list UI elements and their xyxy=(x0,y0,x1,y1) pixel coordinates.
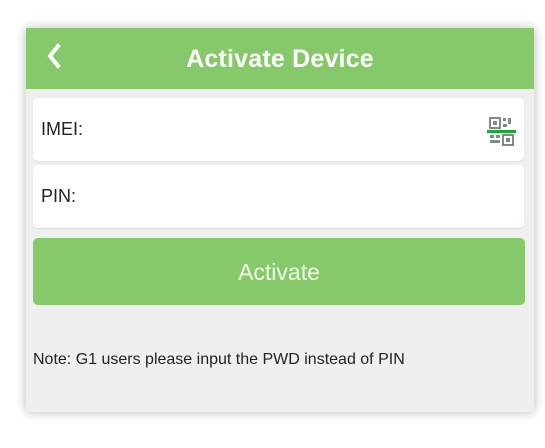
pwd-note: Note: G1 users please input the PWD inst… xyxy=(33,351,405,368)
pin-label: PIN: xyxy=(41,186,77,206)
activate-button[interactable]: Activate xyxy=(33,238,525,305)
activate-device-screen: Activate Device IMEI: PIN: Activate Note… xyxy=(26,28,534,412)
header-bar: Activate Device xyxy=(26,28,534,89)
imei-label: IMEI: xyxy=(41,119,84,139)
scan-button[interactable] xyxy=(487,116,516,147)
imei-input[interactable] xyxy=(93,112,467,148)
pin-input[interactable] xyxy=(93,179,467,215)
page-title: Activate Device xyxy=(186,45,374,73)
page: Activate Device IMEI: PIN: Activate Note… xyxy=(0,0,545,448)
qr-scan-icon xyxy=(487,117,516,146)
pin-field[interactable]: PIN: xyxy=(33,165,524,228)
imei-field[interactable]: IMEI: xyxy=(33,98,524,161)
